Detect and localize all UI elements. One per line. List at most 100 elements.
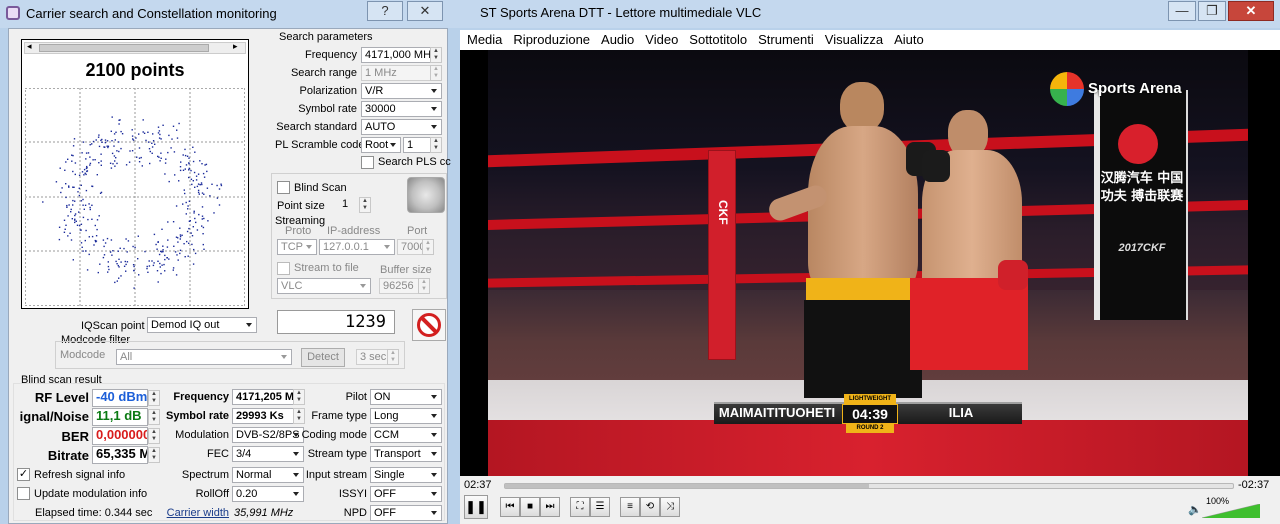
iq-point xyxy=(55,181,58,183)
speaker-icon[interactable]: 🔈 xyxy=(1188,503,1202,516)
loop-button[interactable]: ⟲ xyxy=(640,497,660,517)
minimize-button[interactable]: — xyxy=(1168,1,1196,21)
pl-scramble-input[interactable]: 1 xyxy=(403,137,431,153)
buffer-size-spinner[interactable]: ▲ ▼ xyxy=(418,278,430,294)
fec-select[interactable]: 3/4 xyxy=(232,446,304,462)
seek-bar[interactable] xyxy=(504,483,1234,489)
pl-scramble-spinner[interactable]: ▲ ▼ xyxy=(430,137,442,153)
vlc-close-button[interactable]: ✕ xyxy=(1228,1,1274,21)
point-size-input[interactable]: 1 xyxy=(339,197,359,213)
playlist-button[interactable]: ≡ xyxy=(620,497,640,517)
menu-audio[interactable]: Audio xyxy=(601,32,634,47)
menu-riproduzione[interactable]: Riproduzione xyxy=(513,32,590,47)
frequency-spinner[interactable]: ▲ ▼ xyxy=(430,47,442,63)
banner-chinese: 汉腾汽车 中国功夫 搏击联赛 xyxy=(1100,171,1184,204)
proto-select[interactable]: TCP xyxy=(277,239,317,255)
pause-button[interactable]: ❚❚ xyxy=(464,495,488,519)
stream-type-select[interactable]: Transport xyxy=(370,446,442,462)
iq-point xyxy=(165,158,167,160)
stop-playback-button[interactable]: ■ xyxy=(520,497,540,517)
port-input[interactable]: 7000 xyxy=(397,239,423,255)
iq-point xyxy=(201,215,204,217)
menu-video[interactable]: Video xyxy=(645,32,678,47)
previous-button[interactable]: ⏮ xyxy=(500,497,520,517)
detect-time-input[interactable]: 3 sec xyxy=(356,349,388,365)
pl-scramble-type-select[interactable]: Root xyxy=(361,137,401,153)
blind-scan-checkbox[interactable] xyxy=(277,181,290,194)
help-button[interactable]: ? xyxy=(367,1,403,21)
extended-settings-button[interactable]: ☰ xyxy=(590,497,610,517)
iq-point xyxy=(116,162,118,165)
maximize-button[interactable]: ❐ xyxy=(1198,1,1226,21)
iq-point xyxy=(182,154,184,156)
iq-point xyxy=(199,184,201,186)
video-frame[interactable]: CKF 汉腾汽车 中国功夫 搏击联赛 2017CKF Sports Arena … xyxy=(488,50,1248,476)
pilot-select[interactable]: ON xyxy=(370,389,442,405)
iq-point xyxy=(164,258,166,261)
menu-media[interactable]: Media xyxy=(467,32,502,47)
refresh-checkbox[interactable]: ✓ xyxy=(17,468,30,481)
coding-mode-select[interactable]: CCM xyxy=(370,427,442,443)
iq-point xyxy=(148,148,151,150)
point-size-spinner[interactable]: ▲ ▼ xyxy=(359,197,371,213)
spectrum-select[interactable]: Normal xyxy=(232,467,304,483)
frequency-input[interactable]: 4171,000 MHz xyxy=(361,47,431,63)
close-button[interactable]: ✕ xyxy=(407,1,443,21)
modcode-select[interactable]: All xyxy=(116,349,292,365)
round-label: ROUND 2 xyxy=(846,424,894,433)
input-stream-select[interactable]: Single xyxy=(370,467,442,483)
zoom-scrollbar[interactable]: ◂ ▸ xyxy=(24,41,246,54)
channel-logo-text: Sports Arena xyxy=(1088,80,1182,97)
issyi-select[interactable]: OFF xyxy=(370,486,442,502)
iq-point xyxy=(82,250,84,252)
menu-sottotitolo[interactable]: Sottotitolo xyxy=(689,32,747,47)
stop-button[interactable] xyxy=(412,309,446,341)
window-client: ◂ ▸ 2100 points Search parameters Freque… xyxy=(8,28,451,524)
fullscreen-button[interactable]: ⛶ xyxy=(570,497,590,517)
menu-strumenti[interactable]: Strumenti xyxy=(758,32,814,47)
iq-point xyxy=(120,261,122,263)
menu-aiuto[interactable]: Aiuto xyxy=(894,32,924,47)
iq-point xyxy=(96,228,98,231)
stream-format-select[interactable]: VLC xyxy=(277,278,371,294)
iq-point xyxy=(192,146,194,148)
ip-select[interactable]: 127.0.0.1 xyxy=(319,239,395,255)
polarization-select[interactable]: V/R xyxy=(361,83,442,99)
iq-point xyxy=(203,248,205,250)
iq-point xyxy=(194,186,196,188)
iq-point xyxy=(160,152,162,154)
search-pls-checkbox[interactable] xyxy=(361,156,374,169)
detect-button[interactable]: Detect xyxy=(301,348,345,367)
scroll-thumb[interactable] xyxy=(39,44,209,52)
rolloff-select[interactable]: 0.20 xyxy=(232,486,304,502)
search-range-input[interactable]: 1 MHz xyxy=(361,65,431,81)
iq-point xyxy=(193,210,195,212)
symbol-rate-select[interactable]: 30000 xyxy=(361,101,442,117)
modulation-select[interactable]: DVB-S2/8PS xyxy=(232,427,304,443)
banner-year: 2017CKF xyxy=(1118,242,1166,254)
scroll-left-icon[interactable]: ◂ xyxy=(27,41,32,52)
volume-slider[interactable] xyxy=(1202,504,1260,518)
iq-point xyxy=(113,145,115,147)
iq-point xyxy=(172,221,175,223)
iqscan-select[interactable]: Demod IQ out xyxy=(147,317,257,333)
scroll-right-icon[interactable]: ▸ xyxy=(233,41,238,52)
frame-type-select[interactable]: Long xyxy=(370,408,442,424)
iq-point xyxy=(114,160,116,162)
iq-point xyxy=(162,249,164,251)
next-button[interactable]: ⏭ xyxy=(540,497,560,517)
update-mod-checkbox[interactable] xyxy=(17,487,30,500)
iq-point xyxy=(162,245,164,247)
shuffle-button[interactable]: ⤨ xyxy=(660,497,680,517)
iq-point xyxy=(92,140,95,143)
satellite-dish-icon[interactable] xyxy=(407,177,445,213)
port-spinner[interactable]: ▲ ▼ xyxy=(422,239,434,255)
buffer-size-input[interactable]: 96256 xyxy=(379,278,419,294)
iq-point xyxy=(158,137,161,139)
search-standard-select[interactable]: AUTO xyxy=(361,119,442,135)
detect-time-spinner[interactable]: ▲ ▼ xyxy=(387,349,399,365)
npd-select[interactable]: OFF xyxy=(370,505,442,521)
stream-file-checkbox[interactable] xyxy=(277,262,290,275)
search-range-spinner[interactable]: ▲ ▼ xyxy=(430,65,442,81)
menu-visualizza[interactable]: Visualizza xyxy=(825,32,883,47)
